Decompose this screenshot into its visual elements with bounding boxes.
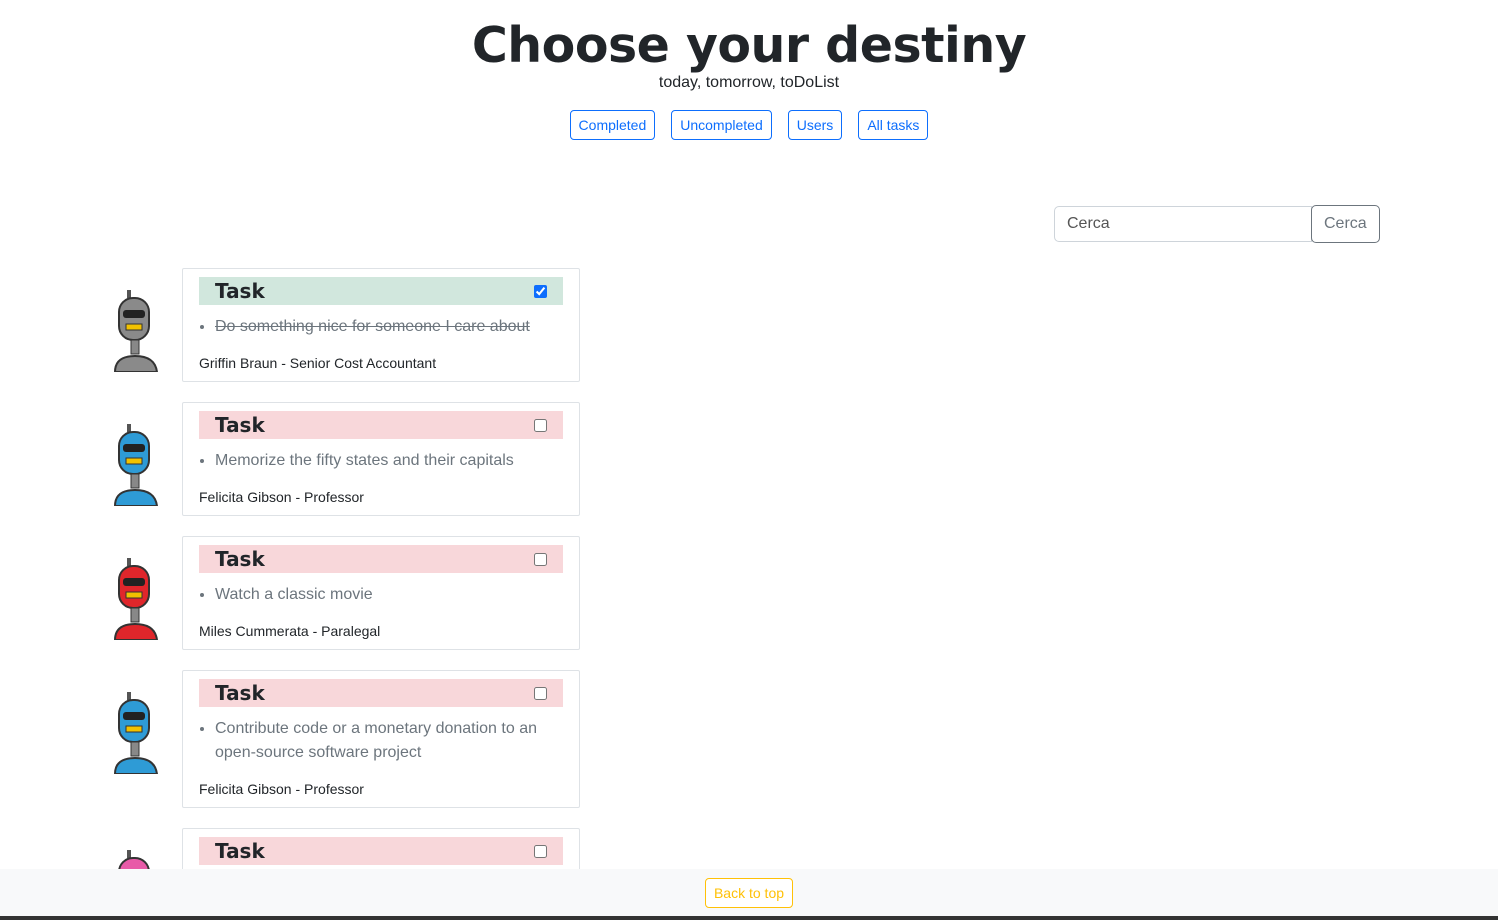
task-title: Task [215, 279, 265, 303]
task-title: Task [215, 681, 265, 705]
task-description: Watch a classic movie [215, 583, 563, 607]
task-user: Griffin Braun - Senior Cost Accountant [199, 355, 437, 371]
header: Choose your destiny today, tomorrow, toD… [0, 0, 1498, 140]
task-card: Task Do something nice for someone I care… [182, 268, 580, 382]
back-to-top-button[interactable]: Back to top [704, 877, 794, 908]
search-input[interactable] [1054, 206, 1312, 242]
task-body: Watch a classic movie [199, 583, 563, 607]
filter-users-button[interactable]: Users [787, 110, 843, 140]
window-bottom-edge [0, 916, 1498, 920]
avatar [108, 282, 164, 372]
task-card: Task Contribute code or a monetary donati… [182, 670, 580, 808]
page-title: Choose your destiny [471, 17, 1027, 74]
task-body: Do something nice for someone I care abo… [199, 315, 563, 339]
task-user: Felicita Gibson - Professor [199, 489, 364, 505]
task-card-header: Task [199, 679, 563, 707]
task-row: Task Contribute code or a monetary donati… [108, 670, 580, 808]
task-title: Task [215, 839, 265, 863]
task-card-header: Task [199, 545, 563, 573]
task-description: Memorize the fifty states and their capi… [215, 449, 563, 473]
avatar [108, 416, 164, 506]
task-body: Contribute code or a monetary donation t… [199, 717, 563, 765]
robot-avatar-icon [113, 424, 159, 506]
task-card-header: Task [199, 411, 563, 439]
filter-uncompleted-button[interactable]: Uncompleted [671, 110, 772, 140]
avatar [108, 684, 164, 774]
filter-bar: Completed Uncompleted Users All tasks [0, 110, 1498, 140]
task-complete-checkbox[interactable] [534, 552, 547, 566]
robot-avatar-icon [113, 558, 159, 640]
task-complete-checkbox[interactable] [534, 284, 547, 298]
task-card: Task Memorize the fifty states and their … [182, 402, 580, 516]
task-complete-checkbox[interactable] [534, 686, 547, 700]
task-card-header: Task [199, 277, 563, 305]
task-user: Miles Cummerata - Paralegal [199, 623, 381, 639]
task-row: Task Do something nice for someone I care… [108, 268, 580, 382]
task-complete-checkbox[interactable] [534, 418, 547, 432]
robot-avatar-icon [113, 692, 159, 774]
task-description: Do something nice for someone I care abo… [215, 315, 563, 339]
search-button[interactable]: Cerca [1311, 205, 1380, 243]
filter-all-tasks-button[interactable]: All tasks [858, 110, 929, 140]
task-title: Task [215, 547, 265, 571]
task-title: Task [215, 413, 265, 437]
task-row: Task Memorize the fifty states and their … [108, 402, 580, 516]
page: Choose your destiny today, tomorrow, toD… [0, 0, 1498, 920]
task-card-header: Task [199, 837, 563, 865]
task-body: Memorize the fifty states and their capi… [199, 449, 563, 473]
task-complete-checkbox[interactable] [534, 844, 547, 858]
filter-completed-button[interactable]: Completed [569, 110, 656, 140]
task-row: Task Watch a classic movie Miles Cummerata… [108, 536, 580, 650]
page-subtitle: today, tomorrow, toDoList [658, 74, 840, 91]
avatar [108, 550, 164, 640]
robot-avatar-icon [113, 290, 159, 372]
footer: Back to top [0, 869, 1498, 916]
task-card: Task Watch a classic movie Miles Cummerata… [182, 536, 580, 650]
task-description: Contribute code or a monetary donation t… [215, 717, 563, 765]
task-user: Felicita Gibson - Professor [199, 781, 364, 797]
search-form: Cerca [1054, 205, 1380, 243]
